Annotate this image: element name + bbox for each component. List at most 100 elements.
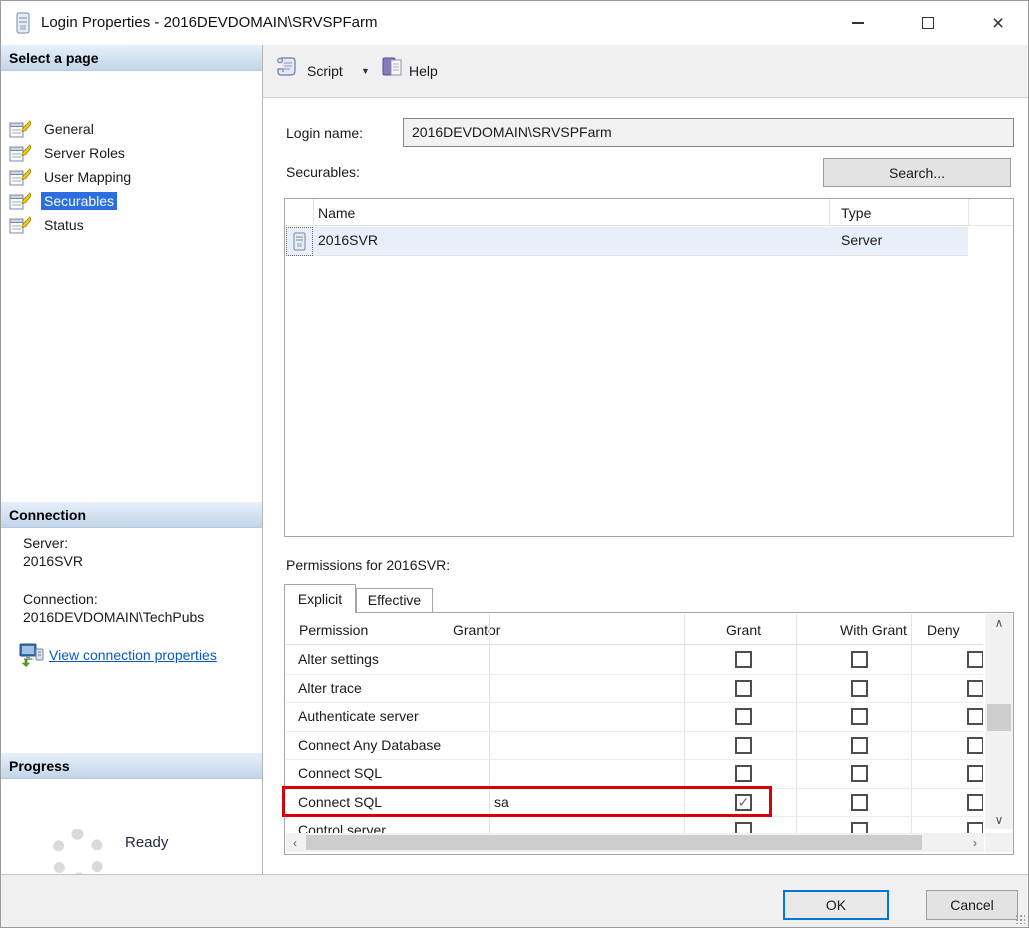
select-page-header: Select a page — [1, 45, 262, 71]
scroll-down-icon[interactable]: ∨ — [985, 811, 1013, 829]
column-header-grant[interactable]: Grant — [726, 621, 761, 639]
permission-row-connect-sql[interactable]: Connect SQL — [286, 760, 983, 789]
permission-name: Alter trace — [298, 680, 362, 696]
page-icon — [9, 144, 31, 162]
horizontal-scrollbar[interactable]: ‹ › — [286, 833, 984, 852]
highlight-box-connect-sql — [282, 786, 772, 817]
toolbar: Script ▼ Help — [263, 45, 1029, 98]
with-grant-checkbox[interactable] — [851, 708, 868, 725]
deny-checkbox[interactable] — [967, 737, 983, 754]
securable-type: Server — [841, 232, 882, 248]
horizontal-scroll-thumb[interactable] — [306, 835, 922, 850]
sidebar-item-label: Securables — [41, 192, 117, 210]
scroll-left-icon[interactable]: ‹ — [286, 833, 304, 852]
column-header-deny[interactable]: Deny — [927, 621, 960, 639]
minimize-icon — [852, 22, 864, 24]
deny-checkbox[interactable] — [967, 794, 983, 811]
column-header-name[interactable]: Name — [318, 204, 355, 222]
script-label: Script — [307, 63, 343, 79]
server-label: Server: — [23, 535, 68, 551]
connection-value: 2016DEVDOMAIN\TechPubs — [23, 609, 204, 625]
sidebar-item-securables[interactable]: Securables — [1, 189, 262, 213]
help-label: Help — [409, 63, 438, 79]
securables-table: Name Type 2016SVR Server — [284, 198, 1014, 537]
grant-checkbox[interactable] — [735, 737, 752, 754]
grant-checkbox[interactable] — [735, 651, 752, 668]
scroll-right-icon[interactable]: › — [966, 833, 984, 852]
column-header-type[interactable]: Type — [841, 204, 871, 222]
with-grant-checkbox[interactable] — [851, 765, 868, 782]
sidebar-item-general[interactable]: General — [1, 117, 262, 141]
deny-checkbox[interactable] — [967, 651, 983, 668]
permission-row-control-server[interactable]: Control server — [286, 817, 983, 834]
footer-bar: OK Cancel — [1, 874, 1029, 928]
view-connection-properties-link[interactable]: View connection properties — [49, 647, 217, 663]
close-icon: × — [992, 13, 1004, 34]
server-icon — [293, 232, 306, 251]
permission-name: Connect SQL — [298, 765, 382, 781]
grant-checkbox[interactable] — [735, 708, 752, 725]
page-icon — [9, 120, 31, 138]
deny-checkbox[interactable] — [967, 708, 983, 725]
cancel-button[interactable]: Cancel — [926, 890, 1018, 920]
sidebar-item-server-roles[interactable]: Server Roles — [1, 141, 262, 165]
tab-effective[interactable]: Effective — [356, 588, 433, 612]
script-dropdown-icon: ▼ — [361, 66, 370, 76]
title-bar: Login Properties - 2016DEVDOMAIN\SRVSPFa… — [1, 1, 1028, 45]
maximize-button[interactable] — [911, 8, 945, 38]
main-panel: Script ▼ Help Login name: 2016DEVDOMAIN\… — [263, 45, 1029, 874]
script-icon — [273, 55, 299, 79]
help-button[interactable]: Help — [377, 51, 453, 91]
with-grant-checkbox[interactable] — [851, 651, 868, 668]
with-grant-checkbox[interactable] — [851, 680, 868, 697]
permission-row-alter-settings[interactable]: Alter settings — [286, 646, 983, 675]
column-header-grantor[interactable]: Grantor — [453, 621, 500, 639]
progress-header: Progress — [1, 753, 262, 779]
help-icon — [381, 56, 405, 78]
sidebar-item-label: Server Roles — [41, 144, 128, 162]
permission-row-authenticate-server[interactable]: Authenticate server — [286, 703, 983, 732]
scrollbar-corner — [985, 833, 1013, 852]
sidebar-item-status[interactable]: Status — [1, 213, 262, 237]
ok-button[interactable]: OK — [783, 890, 889, 920]
with-grant-checkbox[interactable] — [851, 737, 868, 754]
securables-label: Securables: — [286, 164, 360, 180]
row-selector-cell[interactable] — [286, 227, 313, 256]
grant-checkbox[interactable] — [735, 765, 752, 782]
permissions-label: Permissions for 2016SVR: — [286, 557, 450, 573]
tab-explicit[interactable]: Explicit — [284, 584, 356, 613]
search-button[interactable]: Search... — [823, 158, 1011, 187]
grant-checkbox[interactable] — [735, 680, 752, 697]
minimize-button[interactable] — [841, 8, 875, 38]
column-header-permission[interactable]: Permission — [299, 621, 368, 639]
server-value: 2016SVR — [23, 553, 83, 569]
login-name-field[interactable]: 2016DEVDOMAIN\SRVSPFarm — [403, 118, 1014, 147]
page-icon — [9, 168, 31, 186]
securable-name: 2016SVR — [318, 232, 378, 248]
deny-checkbox[interactable] — [967, 680, 983, 697]
sidebar-item-user-mapping[interactable]: User Mapping — [1, 165, 262, 189]
login-name-label: Login name: — [286, 125, 363, 141]
column-header-with-grant[interactable]: With Grant — [840, 621, 907, 639]
vertical-scroll-thumb[interactable] — [987, 704, 1011, 731]
resize-grip[interactable] — [1015, 914, 1025, 924]
progress-status: Ready — [125, 834, 168, 851]
permission-row-alter-trace[interactable]: Alter trace — [286, 675, 983, 704]
sidebar: Select a page General Server Roles User … — [1, 45, 263, 874]
scroll-up-icon[interactable]: ∧ — [985, 614, 1013, 632]
vertical-scrollbar[interactable]: ∧ ∨ — [985, 614, 1013, 829]
sidebar-item-label: Status — [41, 216, 87, 234]
maximize-icon — [922, 17, 934, 29]
login-properties-dialog: Login Properties - 2016DEVDOMAIN\SRVSPFa… — [0, 0, 1029, 928]
script-button[interactable]: Script ▼ — [271, 51, 376, 91]
close-button[interactable]: × — [981, 8, 1015, 38]
connection-properties-icon — [19, 643, 45, 667]
permission-name: Connect Any Database — [298, 737, 441, 753]
deny-checkbox[interactable] — [967, 765, 983, 782]
sidebar-item-label: General — [41, 120, 97, 138]
with-grant-checkbox[interactable] — [851, 794, 868, 811]
permissions-table-header: Permission Grantor Grant With Grant Deny — [286, 613, 983, 645]
connection-label: Connection: — [23, 591, 98, 607]
server-app-icon — [15, 12, 31, 34]
permission-row-connect-any-database[interactable]: Connect Any Database — [286, 732, 983, 761]
